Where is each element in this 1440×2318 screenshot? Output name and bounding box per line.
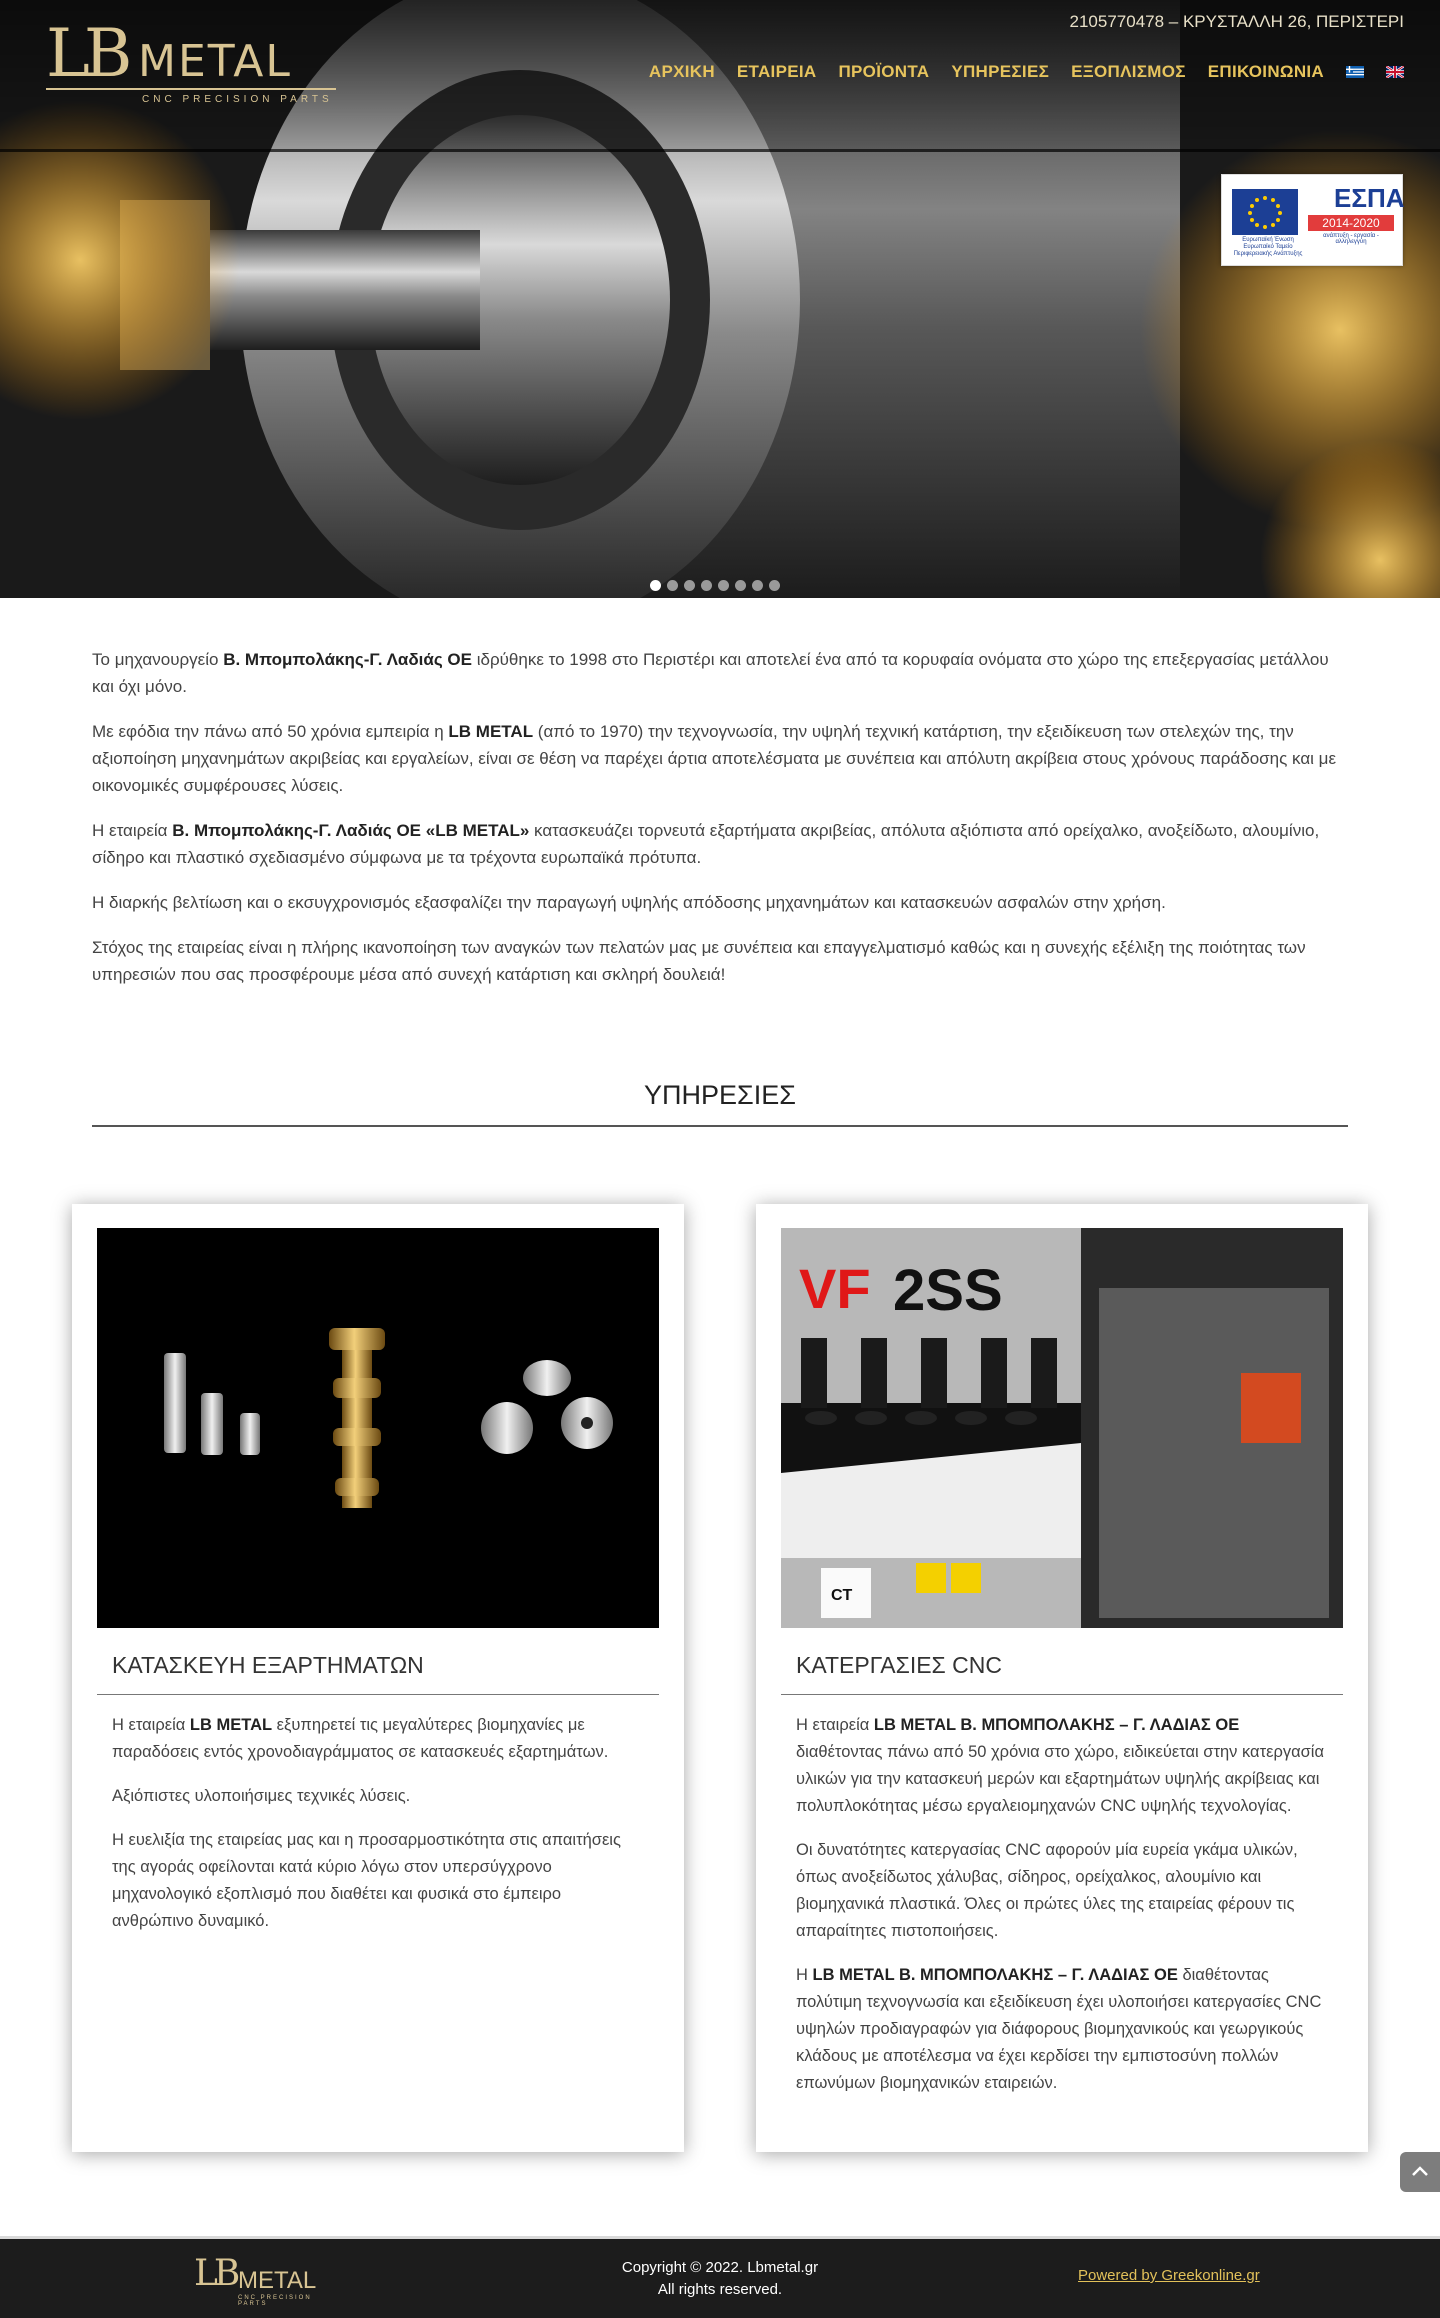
- service-card-parts: ΚΑΤΑΣΚΕΥΗ ΕΞΑΡΤΗΜΑΤΩΝ Η εταιρεία LB META…: [72, 1204, 684, 2152]
- nav-equipment[interactable]: ΕΞΟΠΛΙΣΜΟΣ: [1071, 62, 1186, 82]
- nav-company[interactable]: ΕΤΑΙΡΕΙΑ: [737, 62, 817, 82]
- intro-paragraph: Με εφόδια την πάνω από 50 χρόνια εμπειρί…: [92, 722, 1337, 795]
- card-paragraph: Η ευελιξία της εταιρείας μας και η προσα…: [112, 1831, 621, 1930]
- card-paragraph: Η LB METAL Β. ΜΠΟΜΠΟΛΑΚΗΣ – Γ. ΛΑΔΙΑΣ ΟΕ…: [796, 1966, 1322, 2092]
- card-body: Η εταιρεία LB METAL εξυπηρετεί τις μεγαλ…: [112, 1712, 644, 1952]
- card-divider: [97, 1694, 659, 1695]
- service-card-cnc: VF 2SS CT ΚΑΤΕΡΓΑΣΙΕΣ CNC Η εταιρεία LB …: [756, 1204, 1368, 2152]
- slider-dot[interactable]: [735, 580, 746, 591]
- footer-logo-mark: LB: [194, 2253, 240, 2294]
- card-heading: ΚΑΤΕΡΓΑΣΙΕΣ CNC: [796, 1652, 1002, 1678]
- slider-dot[interactable]: [718, 580, 729, 591]
- nav-products[interactable]: ΠΡΟΪΟΝΤΑ: [838, 62, 929, 82]
- copyright-line: Copyright © 2022. Lbmetal.gr: [621, 2259, 819, 2276]
- card-divider: [781, 1694, 1343, 1695]
- intro-paragraph: Η διαρκής βελτίωση και ο εκσυγχρονισμός …: [92, 893, 1166, 912]
- espa-banner[interactable]: Ευρωπαϊκή Ένωση Ευρωπαϊκό Ταμείο Περιφερ…: [1221, 174, 1405, 266]
- logo-tagline: CNC PRECISION PARTS: [142, 94, 333, 105]
- site-logo[interactable]: LB METAL CNC PRECISION PARTS: [46, 14, 336, 106]
- parts-image: [97, 1228, 659, 1628]
- el-flag-icon[interactable]: [1346, 66, 1364, 78]
- card-paragraph: Η εταιρεία LB METAL εξυπηρετεί τις μεγαλ…: [112, 1716, 609, 1761]
- slider-dot[interactable]: [752, 580, 763, 591]
- contact-info: 2105770478 – ΚΡΥΣΤΑΛΛΗ 26, ΠΕΡΙΣΤΕΡΙ: [1069, 12, 1404, 31]
- card-paragraph: Η εταιρεία LB METAL Β. ΜΠΟΜΠΟΛΑΚΗΣ – Γ. …: [796, 1716, 1325, 1815]
- chevron-up-icon: [1412, 2166, 1428, 2176]
- hero-slider[interactable]: 2105770478 – ΚΡΥΣΤΑΛΛΗ 26, ΠΕΡΙΣΤΕΡΙ LB …: [0, 0, 1440, 598]
- site-footer: LB METAL CNC PRECISION PARTS Copyright ©…: [0, 2236, 1440, 2318]
- en-flag-icon[interactable]: [1386, 66, 1404, 78]
- nav-home[interactable]: ΑΡΧΙΚΗ: [649, 62, 715, 82]
- slider-dot[interactable]: [667, 580, 678, 591]
- services-divider: [92, 1125, 1348, 1127]
- rights-line: All rights reserved.: [657, 2281, 783, 2298]
- copyright: Copyright © 2022. Lbmetal.gr All rights …: [560, 2257, 880, 2301]
- intro-paragraph: Το μηχανουργείο Β. Μπομπολάκης-Γ. Λαδιάς…: [92, 650, 1329, 696]
- espa-title: ΕΣΠΑ: [1334, 183, 1405, 213]
- image-vf-label: VF: [799, 1257, 871, 1320]
- main-nav: ΑΡΧΙΚΗ ΕΤΑΙΡΕΙΑ ΠΡΟΪΟΝΤΑ ΥΠΗΡΕΣΙΕΣ ΕΞΟΠΛ…: [649, 62, 1404, 82]
- services-title: ΥΠΗΡΕΣΙΕΣ: [644, 1080, 796, 1110]
- espa-years: 2014-2020: [1308, 215, 1394, 231]
- card-paragraph: Οι δυνατότητες κατεργασίας CNC αφορούν μ…: [796, 1841, 1298, 1940]
- footer-logo[interactable]: LB METAL CNC PRECISION PARTS: [194, 2253, 344, 2307]
- powered-by-link[interactable]: Powered by Greekonline.gr: [1078, 2267, 1260, 2284]
- espa-slogan: ανάπτυξη - εργασία - αλληλεγγύη: [1323, 233, 1379, 245]
- slider-dot[interactable]: [701, 580, 712, 591]
- slider-dot[interactable]: [650, 580, 661, 591]
- slider-dot[interactable]: [684, 580, 695, 591]
- intro-section: Το μηχανουργείο Β. Μπομπολάκης-Γ. Λαδιάς…: [92, 646, 1348, 1006]
- scroll-top-button[interactable]: [1400, 2152, 1440, 2192]
- nav-contact[interactable]: ΕΠΙΚΟΙΝΩΝΙΑ: [1208, 62, 1324, 82]
- logo-mark: LB: [46, 15, 132, 92]
- intro-paragraph: Στόχος της εταιρείας είναι η πλήρης ικαν…: [92, 938, 1306, 984]
- image-ct-label: CT: [831, 1587, 853, 1604]
- card-heading: ΚΑΤΑΣΚΕΥΗ ΕΞΑΡΤΗΜΑΤΩΝ: [112, 1652, 424, 1678]
- cnc-machine-image: VF 2SS CT: [781, 1228, 1343, 1628]
- footer-logo-tagline: CNC PRECISION PARTS: [238, 2295, 312, 2307]
- logo-underline: [46, 88, 336, 90]
- card-paragraph: Αξιόπιστες υλοποιήσιμες τεχνικές λύσεις.: [112, 1787, 411, 1805]
- slider-dots: [650, 580, 780, 591]
- logo-word: METAL: [138, 36, 292, 87]
- footer-logo-word: METAL: [238, 2267, 317, 2294]
- intro-paragraph: Η εταιρεία Β. Μπομπολάκης-Γ. Λαδιάς ΟΕ «…: [92, 821, 1320, 867]
- image-model-label: 2SS: [893, 1258, 1003, 1323]
- eu-flag-icon: [1232, 189, 1298, 235]
- slider-dot[interactable]: [769, 580, 780, 591]
- eu-caption: Ευρωπαϊκή Ένωση Ευρωπαϊκό Ταμείο Περιφερ…: [1233, 237, 1303, 257]
- nav-services[interactable]: ΥΠΗΡΕΣΙΕΣ: [951, 62, 1049, 82]
- card-body: Η εταιρεία LB METAL Β. ΜΠΟΜΠΟΛΑΚΗΣ – Γ. …: [796, 1712, 1328, 2114]
